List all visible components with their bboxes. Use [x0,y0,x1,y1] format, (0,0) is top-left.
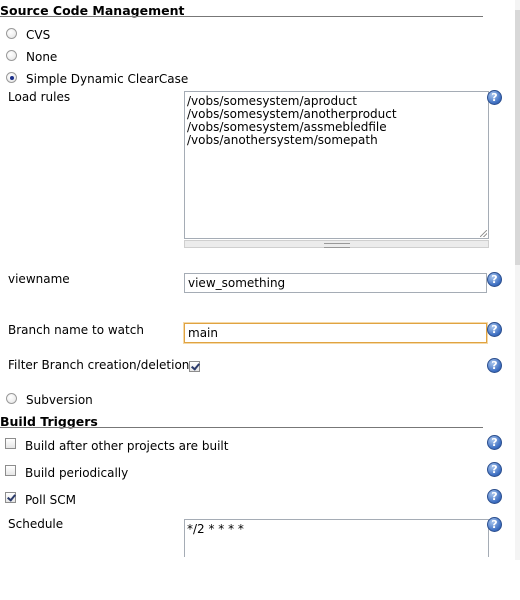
clearcase-radio-label: Simple Dynamic ClearCase [26,72,189,86]
branch-input[interactable]: main [184,323,487,343]
viewname-label: viewname [8,272,70,286]
none-radio-label: None [26,50,58,64]
schedule-help-icon[interactable]: ? [487,517,502,532]
branch-help-icon[interactable]: ? [487,322,502,337]
filter-branch-checkbox[interactable] [189,361,200,372]
subversion-radio[interactable] [6,393,17,404]
subversion-radio-label: Subversion [26,393,93,407]
clearcase-radio[interactable] [6,72,17,83]
build-after-checkbox[interactable] [5,438,16,449]
textarea-corner-grip-icon[interactable] [480,230,487,237]
none-radio[interactable] [6,50,17,61]
schedule-value: */2 * * * * [187,522,244,536]
build-after-label: Build after other projects are built [25,439,229,453]
cvs-radio[interactable] [6,28,17,39]
branch-label: Branch name to watch [8,323,144,337]
load-rules-textarea[interactable]: /vobs/somesystem/aproduct /vobs/somesyst… [184,91,489,239]
filter-branch-label: Filter Branch creation/deletion [8,358,190,372]
viewname-help-icon[interactable]: ? [487,272,502,287]
viewname-input[interactable]: view_something [184,273,487,293]
build-periodically-checkbox[interactable] [5,465,16,476]
build-triggers-rule [0,427,483,428]
scm-section-rule [0,16,483,17]
build-periodically-help-icon[interactable]: ? [487,462,502,477]
poll-scm-checkbox[interactable] [5,492,16,503]
poll-scm-help-icon[interactable]: ? [487,489,502,504]
schedule-label: Schedule [8,517,64,531]
load-rules-resize-handle[interactable] [184,240,489,248]
poll-scm-label: Poll SCM [25,493,76,507]
filter-branch-help-icon[interactable]: ? [487,358,502,373]
load-rule-line: /vobs/anothersystem/somepath [187,133,378,147]
page-scrollbar[interactable] [515,0,520,560]
schedule-textarea[interactable]: */2 * * * * [184,519,489,557]
scrollbar-thumb[interactable] [515,10,520,265]
load-rules-help-icon[interactable]: ? [487,90,502,105]
cvs-radio-label: CVS [26,28,51,42]
build-after-help-icon[interactable]: ? [487,435,502,450]
resize-grip-icon [323,243,350,248]
build-periodically-label: Build periodically [25,466,129,480]
load-rules-label: Load rules [8,90,71,104]
